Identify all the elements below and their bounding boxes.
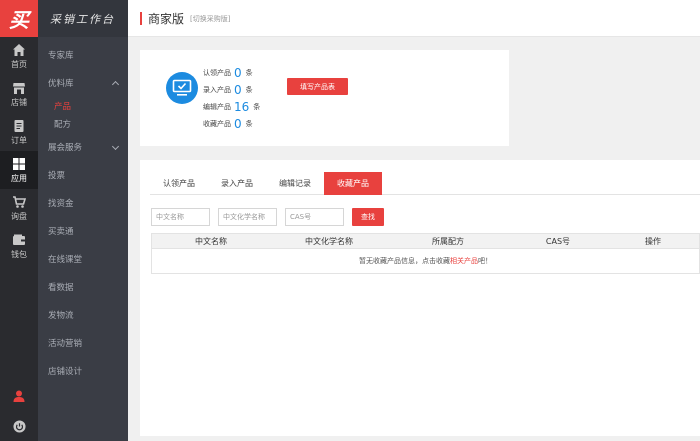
monitor-icon: [166, 72, 198, 104]
page-title: 商家版: [148, 11, 185, 26]
table-header: 中文名称 中文化学名称 所属配方 CAS号 操作: [151, 233, 700, 249]
top-bar: 商家版 [切换采购版]: [128, 0, 700, 37]
logo-mark: 买: [9, 8, 29, 32]
favorites-table: 中文名称 中文化学名称 所属配方 CAS号 操作 暂无收藏产品信息，点击收藏 相…: [151, 233, 700, 274]
menu-item-bidding[interactable]: 投票: [38, 161, 128, 189]
chevron-down-icon: [111, 142, 120, 151]
tab-entered[interactable]: 录入产品: [208, 172, 266, 195]
menu-sub-product[interactable]: 产品: [38, 97, 128, 115]
tab-favorites[interactable]: 收藏产品: [324, 172, 382, 195]
col-actions: 操作: [645, 236, 661, 246]
user-icon: [13, 390, 25, 402]
filter-bar: 中文名称 中文化学名称 CAS号 查找: [151, 208, 384, 226]
cn-name-input[interactable]: 中文名称: [151, 208, 210, 226]
rail-item-inquiry[interactable]: 询盘: [0, 189, 38, 227]
logout-button[interactable]: [0, 411, 38, 441]
store-icon: [13, 82, 25, 94]
rail-item-label: 应用: [11, 173, 27, 183]
stat-unit: 条: [245, 119, 253, 128]
rail-item-orders[interactable]: 订单: [0, 113, 38, 151]
related-products-link[interactable]: 相关产品: [450, 256, 478, 266]
rail-item-store[interactable]: 店铺: [0, 75, 38, 113]
title-accent-bar: [140, 11, 142, 25]
menu-item-classroom[interactable]: 在线课堂: [38, 245, 128, 273]
user-button[interactable]: [0, 381, 38, 411]
cas-input[interactable]: CAS号: [285, 208, 344, 226]
home-icon: [13, 43, 25, 56]
empty-row: 暂无收藏产品信息，点击收藏 相关产品 吧！: [151, 249, 700, 274]
cn-chem-name-input[interactable]: 中文化学名称: [218, 208, 277, 226]
stat-unit: 条: [253, 102, 261, 111]
side-menu: 采销工作台 专家库 优料库 产品 配方 展会服务 投票 找资金 买卖通 在线课堂…: [38, 0, 128, 441]
cart-icon: [13, 195, 26, 208]
fill-product-form-button[interactable]: 填写产品表: [287, 78, 348, 95]
order-icon: [14, 119, 24, 132]
rail-item-home[interactable]: 首页: [0, 37, 38, 75]
stat-label: 认领产品: [203, 68, 231, 77]
empty-text: 暂无收藏产品信息，点击收藏: [359, 257, 450, 265]
search-button[interactable]: 查找: [352, 208, 384, 226]
stat-value[interactable]: 0: [234, 66, 242, 80]
rail-item-label: 询盘: [11, 211, 27, 221]
stat-unit: 条: [245, 85, 253, 94]
menu-item-expert[interactable]: 专家库: [38, 41, 128, 69]
menu-item-design[interactable]: 店铺设计: [38, 357, 128, 385]
stat-label: 收藏产品: [203, 119, 231, 128]
col-formula: 所属配方: [432, 236, 464, 246]
col-cas: CAS号: [545, 236, 571, 246]
tab-bar: 认领产品 录入产品 编辑记录 收藏产品: [150, 172, 700, 195]
menu-item-label: 优料库: [48, 79, 74, 89]
stat-unit: 条: [245, 68, 253, 77]
tab-claimed[interactable]: 认领产品: [150, 172, 208, 195]
menu-item-trade[interactable]: 买卖通: [38, 217, 128, 245]
stat-value[interactable]: 16: [234, 100, 249, 114]
menu-item-excellent[interactable]: 优料库: [38, 69, 128, 97]
menu-item-label: 展会服务: [48, 143, 83, 153]
chevron-up-icon: [111, 80, 120, 89]
rail-item-label: 店铺: [11, 97, 27, 107]
menu-item-marketing[interactable]: 活动营销: [38, 329, 128, 357]
menu-item-funding[interactable]: 找资金: [38, 189, 128, 217]
stat-value[interactable]: 0: [234, 117, 242, 131]
stats-rows: 认领产品 0 条 录入产品 0 条 编辑产品 16 条 收藏产品 0 条: [203, 64, 260, 132]
menu-item-exhibition[interactable]: 展会服务: [38, 133, 128, 161]
menu-item-data[interactable]: 看数据: [38, 273, 128, 301]
col-cn-name: 中文名称: [195, 236, 227, 246]
menu-item-logistics[interactable]: 发物流: [38, 301, 128, 329]
menu-sub-formula[interactable]: 配方: [38, 115, 128, 133]
main-panel: 认领产品 录入产品 编辑记录 收藏产品 中文名称 中文化学名称 CAS号 查找 …: [140, 160, 700, 436]
stat-label: 录入产品: [203, 85, 231, 94]
tab-edit-records[interactable]: 编辑记录: [266, 172, 324, 195]
wallet-icon: [13, 234, 25, 245]
stat-value[interactable]: 0: [234, 83, 242, 97]
stats-card: 认领产品 0 条 录入产品 0 条 编辑产品 16 条 收藏产品 0 条 填写产…: [140, 50, 509, 146]
stat-claimed: 认领产品 0 条: [203, 64, 260, 81]
menu-title: 采销工作台: [38, 0, 128, 37]
stat-favorited: 收藏产品 0 条: [203, 115, 260, 132]
stat-label: 编辑产品: [203, 102, 231, 111]
col-cn-chem-name: 中文化学名称: [305, 236, 353, 246]
rail-item-label: 首页: [11, 59, 27, 69]
stat-entered: 录入产品 0 条: [203, 81, 260, 98]
rail-item-apps[interactable]: 应用: [0, 151, 38, 189]
icon-rail: 买 首页 店铺 订单 应用 询盘 钱包: [0, 0, 38, 441]
rail-bottom: [0, 381, 38, 441]
logo[interactable]: 买: [0, 0, 38, 37]
rail-item-label: 钱包: [11, 249, 27, 259]
power-icon: [12, 419, 26, 433]
apps-icon: [13, 157, 25, 170]
stat-edited: 编辑产品 16 条: [203, 98, 260, 115]
empty-text-suffix: 吧！: [478, 257, 492, 265]
switch-version-link[interactable]: [切换采购版]: [190, 14, 230, 24]
rail-item-wallet[interactable]: 钱包: [0, 227, 38, 265]
rail-item-label: 订单: [11, 135, 27, 145]
